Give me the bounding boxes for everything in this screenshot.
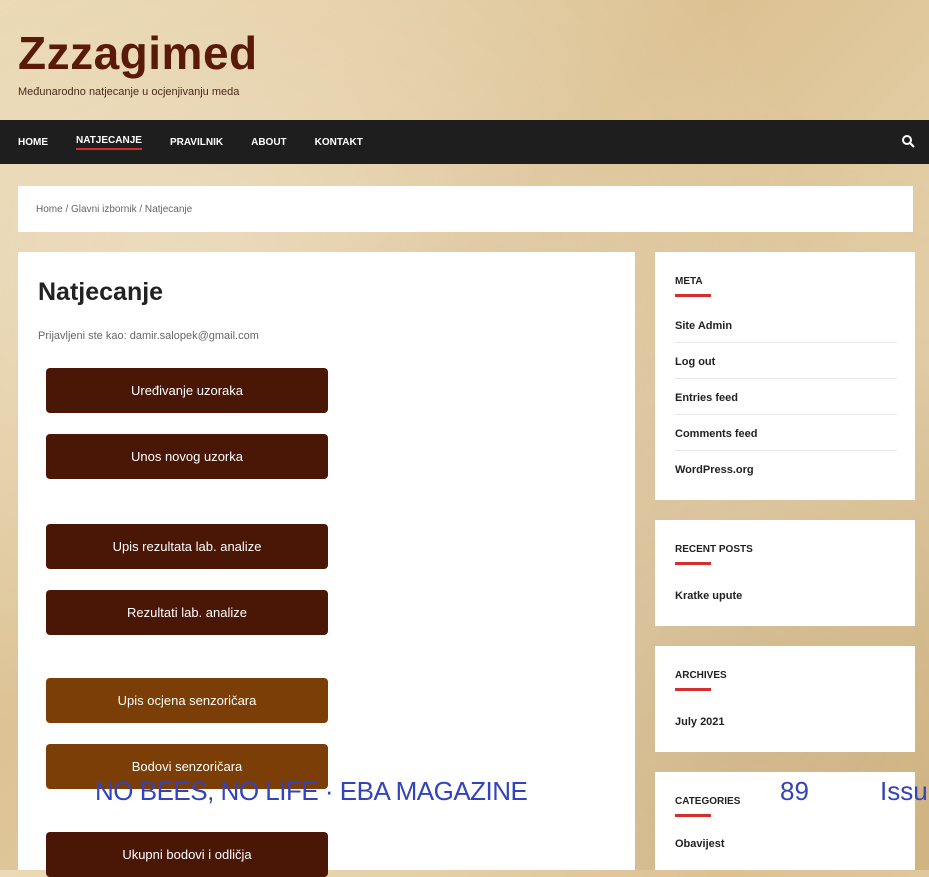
recent-post-link[interactable]: Kratke upute	[675, 590, 897, 612]
site-tagline: Međunarodno natjecanje u ocjenjivanju me…	[18, 86, 240, 98]
total-scores-button[interactable]: Ukupni bodovi i odličja	[46, 832, 328, 877]
recent-posts-widget: RECENT POSTS Kratke upute	[655, 520, 915, 626]
edit-samples-button[interactable]: Uređivanje uzoraka	[46, 368, 328, 413]
nav-pravilnik[interactable]: PRAVILNIK	[170, 137, 223, 148]
main-nav: HOME NATJECANJE PRAVILNIK ABOUT KONTAKT	[0, 120, 929, 164]
add-sample-button[interactable]: Unos novog uzorka	[46, 434, 328, 479]
meta-widget-underline	[675, 294, 711, 297]
category-obavijest-link[interactable]: Obavijest	[675, 838, 897, 860]
magazine-footer-text: NO BEES, NO LIFE · EBA MAGAZINE	[95, 776, 528, 806]
breadcrumb: Home / Glavni izbornik / Natjecanje	[18, 186, 913, 232]
nav-home[interactable]: HOME	[18, 137, 48, 148]
magazine-issue-text: Issu	[880, 776, 928, 806]
meta-widget: META Site Admin Log out Entries feed Com…	[655, 252, 915, 500]
nav-natjecanje[interactable]: NATJECANJE	[76, 135, 142, 150]
archives-title: ARCHIVES	[675, 670, 727, 681]
categories-underline	[675, 814, 711, 817]
search-icon[interactable]	[901, 134, 915, 148]
meta-wordpress-link[interactable]: WordPress.org	[675, 464, 897, 486]
enter-lab-results-button[interactable]: Upis rezultata lab. analize	[46, 524, 328, 569]
recent-posts-title: RECENT POSTS	[675, 544, 753, 555]
magazine-page-number: 89	[780, 776, 809, 806]
meta-widget-title: META	[675, 276, 703, 287]
enter-sensory-scores-button[interactable]: Upis ocjena senzoričara	[46, 678, 328, 723]
breadcrumb-text[interactable]: Home / Glavni izbornik / Natjecanje	[36, 204, 192, 215]
meta-comments-feed-link[interactable]: Comments feed	[675, 428, 897, 451]
recent-posts-underline	[675, 562, 711, 565]
meta-logout-link[interactable]: Log out	[675, 356, 897, 379]
archive-july-2021-link[interactable]: July 2021	[675, 716, 897, 738]
site-title[interactable]: Zzzagimed	[18, 26, 258, 80]
archives-underline	[675, 688, 711, 691]
meta-entries-feed-link[interactable]: Entries feed	[675, 392, 897, 415]
archives-widget: ARCHIVES July 2021	[655, 646, 915, 752]
lab-results-button[interactable]: Rezultati lab. analize	[46, 590, 328, 635]
nav-kontakt[interactable]: KONTAKT	[315, 137, 363, 148]
login-info: Prijavljeni ste kao: damir.salopek@gmail…	[38, 330, 259, 342]
meta-site-admin-link[interactable]: Site Admin	[675, 320, 897, 343]
categories-title: CATEGORIES	[675, 796, 741, 807]
page-title: Natjecanje	[38, 278, 164, 306]
nav-about[interactable]: ABOUT	[251, 137, 287, 148]
